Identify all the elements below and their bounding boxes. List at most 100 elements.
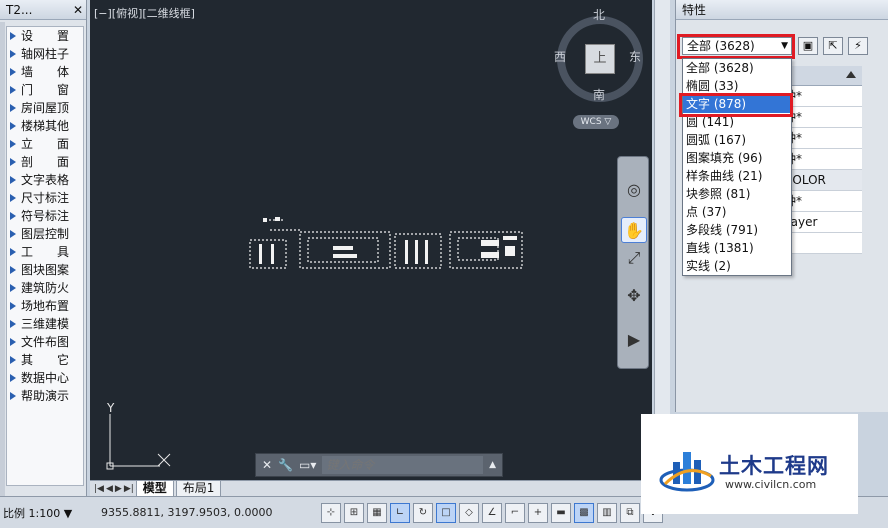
menu-item-help-demo[interactable]: 帮助演示 [7,387,83,405]
menu-item-site-layout[interactable]: 场地布置 [7,297,83,315]
expand-arrow-icon [10,32,16,40]
command-input[interactable] [322,456,484,474]
expand-arrow-icon [10,392,16,400]
menu-item-blocks-patterns[interactable]: 图块图案 [7,261,83,279]
menu-item-elevation[interactable]: 立 面 [7,135,83,153]
expand-arrow-icon [10,68,16,76]
menu-item-walls[interactable]: 墙 体 [7,63,83,81]
polar-icon[interactable]: ↻ [413,502,433,523]
expand-arrow-icon [10,122,16,130]
filter-option-line[interactable]: 直线 (1381) [683,239,791,257]
collapse-icon[interactable] [846,71,856,78]
chevron-up-icon[interactable]: ▲ [489,460,496,470]
layout-tab-bar: |◀ ◀ ▶ ▶| 模型 布局1 [90,480,652,497]
filter-option-block-ref[interactable]: 块参照 (81) [683,185,791,203]
snap-icon[interactable]: ⊞ [344,502,364,523]
quick-properties-icon[interactable]: ▥ [597,502,617,523]
grid-icon[interactable]: ▦ [367,502,387,523]
expand-arrow-icon [10,176,16,184]
menu-item-file-layout[interactable]: 文件布图 [7,333,83,351]
palette-scrollbar[interactable] [0,22,5,496]
filter-option-solid[interactable]: 实线 (2) [683,257,791,275]
next-tab-icon[interactable]: ▶ [115,484,122,494]
wcs-menu-button[interactable]: WCS ▽ [573,115,619,129]
expand-arrow-icon [10,356,16,364]
navigation-bar: ◎ ✋ ⤢ ✥ ▶ [617,156,649,369]
menu-item-tools[interactable]: 工 具 [7,243,83,261]
vertical-scrollbar[interactable] [654,0,670,480]
transparency-icon[interactable]: ▩ [574,502,594,523]
palette-title: T2... [6,3,33,17]
expand-arrow-icon [10,338,16,346]
tab-layout1[interactable]: 布局1 [175,480,222,497]
menu-item-section[interactable]: 剖 面 [7,153,83,171]
filter-option-arc[interactable]: 圆弧 (167) [683,131,791,149]
menu-item-stairs-other[interactable]: 楼梯其他 [7,117,83,135]
compass-east[interactable]: 东 [629,48,641,65]
menu-item-grid-columns[interactable]: 轴网柱子 [7,45,83,63]
3d-osnap-icon[interactable]: ◇ [459,502,479,523]
menu-item-layer-control[interactable]: 图层控制 [7,225,83,243]
tool-palette: T2... ✕ 设 置 轴网柱子 墙 体 门 窗 房间屋顶 楼梯其他 立 面 剖… [0,0,87,496]
expand-arrow-icon [10,320,16,328]
filter-option-polyline[interactable]: 多段线 (791) [683,221,791,239]
tab-model[interactable]: 模型 [135,480,174,497]
properties-title: 特性 [676,0,888,20]
otrack-icon[interactable]: ∠ [482,502,502,523]
lineweight-icon[interactable]: ▬ [551,502,571,523]
menu-item-settings[interactable]: 设 置 [7,27,83,45]
coordinate-readout[interactable]: 9355.8811, 3197.9503, 0.0000 [101,506,321,519]
drawing-canvas[interactable]: [−][俯视][二维线框] 上 北 南 东 西 WCS ▽ ◎ ✋ ⤢ ✥ ▶ … [90,0,652,480]
filter-option-all[interactable]: 全部 (3628) [683,59,791,77]
filter-option-hatch[interactable]: 图案填充 (96) [683,149,791,167]
quick-select-icon[interactable]: ⚡ [848,37,868,55]
ortho-icon[interactable]: ∟ [390,502,410,523]
steering-wheel-icon[interactable]: ◎ [621,177,647,203]
selection-cycling-icon[interactable]: ⧉ [620,502,640,523]
site-logo [659,452,715,492]
close-icon[interactable]: ✕ [262,458,272,472]
last-tab-icon[interactable]: ▶| [124,484,134,494]
infer-constraints-icon[interactable]: ⊹ [321,502,341,523]
menu-item-doors-windows[interactable]: 门 窗 [7,81,83,99]
showmotion-icon[interactable]: ▶ [621,327,647,353]
first-tab-icon[interactable]: |◀ [94,484,104,494]
compass-south[interactable]: 南 [593,86,605,103]
watermark: 土木工程网 www.civilcn.com [641,414,858,514]
close-icon[interactable]: ✕ [70,0,86,19]
select-objects-icon[interactable]: ⇱ [823,37,843,55]
dyn-icon[interactable]: + [528,502,548,523]
expand-arrow-icon [10,104,16,112]
view-cube-face[interactable]: 上 [585,44,615,74]
view-cube[interactable]: 上 北 南 东 西 [545,8,652,128]
ducs-icon[interactable]: ⌐ [505,502,525,523]
prev-tab-icon[interactable]: ◀ [106,484,113,494]
menu-item-data-center[interactable]: 数据中心 [7,369,83,387]
command-history-icon[interactable]: ▭▾ [299,458,316,472]
compass-north[interactable]: 北 [593,6,605,23]
filter-option-spline[interactable]: 样条曲线 (21) [683,167,791,185]
wrench-icon[interactable]: 🔧 [278,458,293,472]
menu-item-3d-modeling[interactable]: 三维建模 [7,315,83,333]
pan-hand-icon[interactable]: ✋ [621,217,647,243]
zoom-extents-icon[interactable]: ⤢ [621,245,647,271]
menu-item-rooms-roofs[interactable]: 房间屋顶 [7,99,83,117]
compass-west[interactable]: 西 [554,48,566,65]
annotation-scale[interactable]: 比例 1:100 ▼ [3,505,91,521]
orbit-icon[interactable]: ✥ [621,283,647,309]
menu-item-fire-protection[interactable]: 建筑防火 [7,279,83,297]
toggle-pickadd-icon[interactable]: ▣ [798,37,818,55]
viewport-controls-label[interactable]: [−][俯视][二维线框] [94,5,195,21]
menu-item-other[interactable]: 其 它 [7,351,83,369]
menu-item-text-tables[interactable]: 文字表格 [7,171,83,189]
osnap-icon[interactable]: □ [436,502,456,523]
filter-option-point[interactable]: 点 (37) [683,203,791,221]
menu-item-symbols[interactable]: 符号标注 [7,207,83,225]
menu-item-dimensions[interactable]: 尺寸标注 [7,189,83,207]
expand-arrow-icon [10,266,16,274]
expand-arrow-icon [10,302,16,310]
drawing-content [249,217,523,269]
annotation-highlight-box [679,93,793,117]
expand-arrow-icon [10,284,16,292]
tab-nav-arrows[interactable]: |◀ ◀ ▶ ▶| [94,484,134,494]
